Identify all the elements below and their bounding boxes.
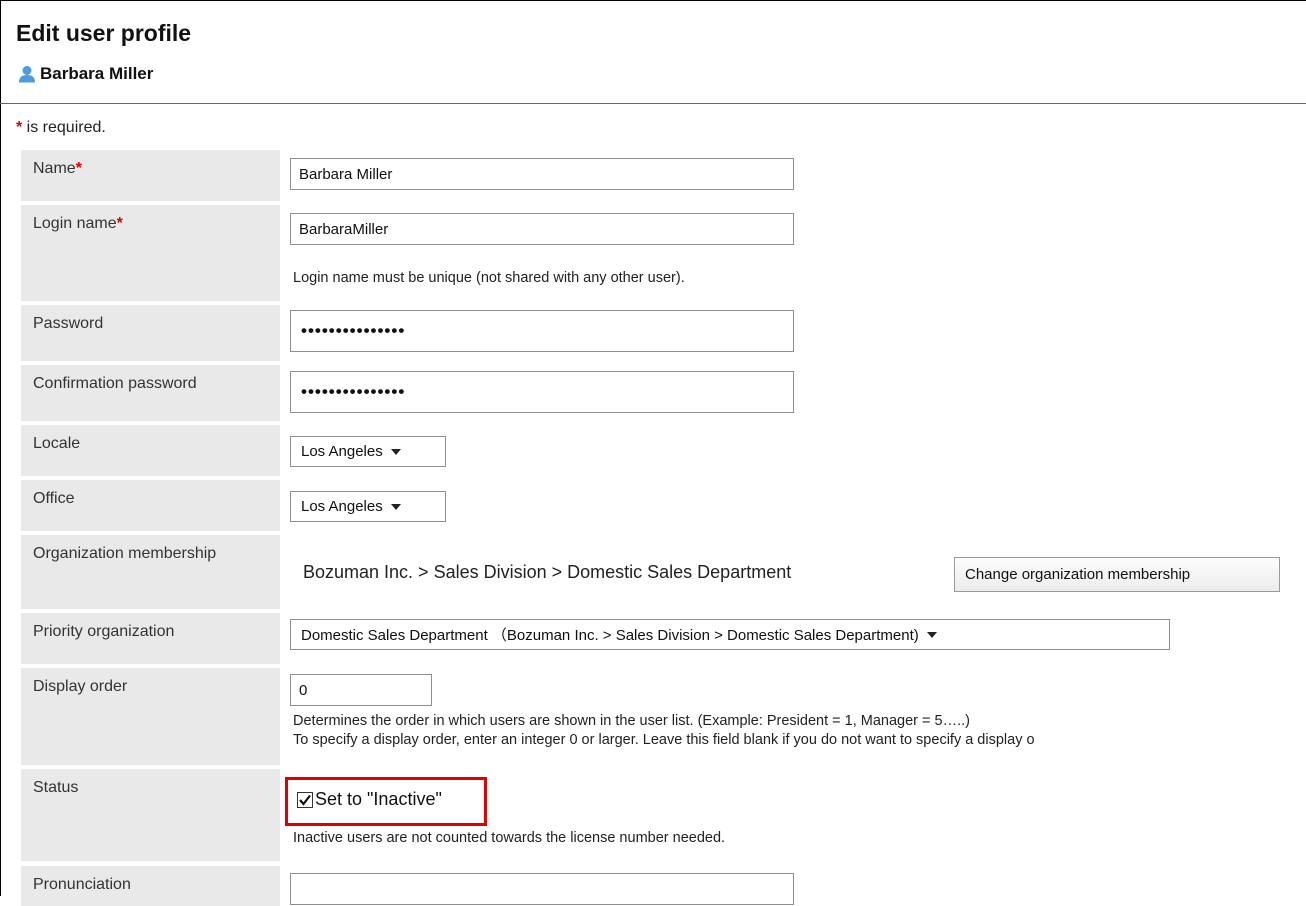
- chevron-down-icon: [390, 503, 401, 510]
- label-status: Status: [21, 769, 280, 861]
- login-name-help: Login name must be unique (not shared wi…: [293, 270, 685, 286]
- label-login-name: Login name*: [21, 205, 280, 301]
- label-org-membership: Organization membership: [21, 535, 280, 609]
- priority-org-selected: Domestic Sales Department （Bozuman Inc. …: [301, 627, 919, 644]
- inactive-checkbox-label[interactable]: Set to "Inactive": [315, 789, 442, 810]
- user-icon: [19, 66, 35, 83]
- chevron-down-icon: [926, 631, 937, 638]
- office-selected: Los Angeles: [301, 498, 383, 515]
- label-priority-org: Priority organization: [21, 613, 280, 664]
- label-locale: Locale: [21, 425, 280, 476]
- label-office: Office: [21, 480, 280, 531]
- user-name: Barbara Miller: [40, 64, 154, 83]
- checkmark-icon: [299, 794, 311, 806]
- status-help: Inactive users are not counted towards t…: [293, 830, 726, 846]
- label-name-text: Name: [33, 160, 76, 177]
- locale-selected: Los Angeles: [301, 443, 383, 460]
- required-star: *: [75, 160, 82, 177]
- display-order-input[interactable]: [290, 674, 432, 706]
- label-pronunciation: Pronunciation: [21, 866, 280, 906]
- label-display-order: Display order: [21, 668, 280, 765]
- label-confirm-password: Confirmation password: [21, 365, 280, 421]
- user-heading: Barbara Miller: [18, 64, 153, 84]
- required-note-text: is required.: [22, 119, 106, 136]
- header-divider: [0, 103, 1306, 104]
- password-input[interactable]: •••••••••••••••: [290, 310, 794, 352]
- label-name: Name*: [21, 150, 280, 201]
- display-order-help-2: To specify a display order, enter an int…: [293, 732, 1035, 748]
- inactive-checkbox[interactable]: [297, 792, 313, 808]
- org-membership-path: Bozuman Inc. > Sales Division > Domestic…: [303, 562, 792, 582]
- login-name-input[interactable]: [290, 213, 794, 245]
- locale-select[interactable]: Los Angeles: [290, 436, 446, 467]
- label-login-name-text: Login name: [33, 215, 117, 232]
- office-select[interactable]: Los Angeles: [290, 491, 446, 522]
- priority-org-select[interactable]: Domestic Sales Department （Bozuman Inc. …: [290, 619, 1170, 650]
- required-star: *: [116, 215, 123, 232]
- change-org-membership-button[interactable]: Change organization membership: [954, 557, 1280, 592]
- confirm-password-input[interactable]: •••••••••••••••: [290, 371, 794, 413]
- page-title: Edit user profile: [16, 20, 192, 46]
- label-password: Password: [21, 305, 280, 361]
- display-order-help-1: Determines the order in which users are …: [293, 713, 970, 729]
- required-note: * is required.: [16, 119, 106, 137]
- pronunciation-input[interactable]: [290, 873, 794, 905]
- name-input[interactable]: [290, 158, 794, 190]
- chevron-down-icon: [390, 448, 401, 455]
